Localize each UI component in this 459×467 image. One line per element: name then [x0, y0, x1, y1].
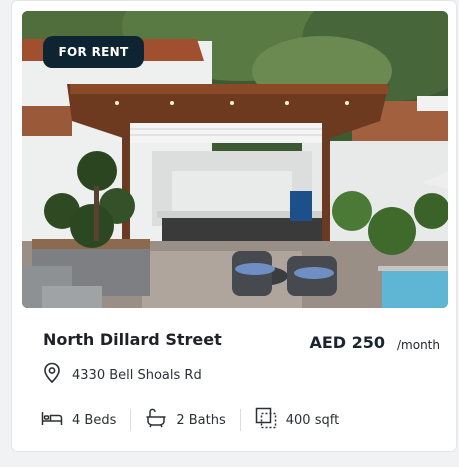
beds-text: 4 Beds [72, 412, 117, 428]
bathtub-icon [145, 408, 167, 432]
address-row: 4330 Bell Shoals Rd [42, 362, 202, 388]
bed-icon [41, 410, 63, 430]
property-price: AED 250 [309, 333, 385, 352]
area-text: 400 sqft [285, 412, 340, 428]
area-icon [255, 407, 277, 433]
property-card[interactable]: FOR RENT North Dillard Street AED 250 /m… [11, 0, 457, 452]
beds-feature: 4 Beds [41, 410, 116, 430]
property-title[interactable]: North Dillard Street [43, 330, 222, 349]
price-unit: /month [397, 338, 440, 352]
location-pin-icon [42, 362, 62, 388]
address-text: 4330 Bell Shoals Rd [72, 367, 202, 383]
for-rent-badge: FOR RENT [43, 36, 144, 68]
baths-text: 2 Baths [176, 412, 226, 428]
features-row: 4 Beds 2 Baths 400 sqft [41, 407, 339, 433]
divider [130, 409, 132, 431]
area-feature: 400 sqft [255, 407, 339, 433]
baths-feature: 2 Baths [145, 408, 226, 432]
divider [239, 409, 241, 431]
